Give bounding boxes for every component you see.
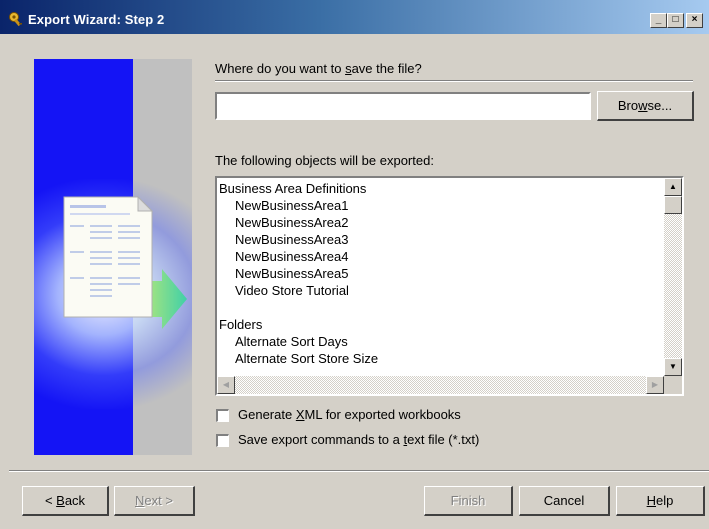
generate-xml-label[interactable]: Generate XML for exported workbooks: [238, 407, 461, 422]
vertical-scroll-thumb[interactable]: [664, 196, 682, 214]
help-accelerator: H: [646, 493, 657, 508]
browse-accelerator: w: [638, 98, 648, 113]
title-bar[interactable]: Export Wizard: Step 2 _ □ ×: [0, 0, 709, 34]
horizontal-scrollbar[interactable]: ◀ ▶: [217, 376, 664, 394]
wizard-key-icon: [9, 12, 22, 27]
scroll-right-icon: ▶: [651, 380, 659, 389]
maximize-icon: □: [672, 14, 679, 25]
minimize-button[interactable]: _: [650, 13, 667, 28]
scroll-right-button[interactable]: ▶: [646, 376, 664, 394]
list-item[interactable]: NewBusinessArea1: [219, 197, 378, 214]
browse-label-part: Bro: [617, 98, 639, 113]
window-title: Export Wizard: Step 2: [28, 12, 165, 27]
exported-objects-list[interactable]: Business Area Definitions NewBusinessArea…: [215, 176, 684, 396]
objects-label: The following objects will be exported:: [215, 153, 434, 168]
help-button[interactable]: Help: [616, 486, 705, 516]
file-path-input[interactable]: [215, 92, 591, 120]
list-item[interactable]: NewBusinessArea2: [219, 214, 378, 231]
export-wizard-window: Export Wizard: Step 2 _ □ × Where do you…: [0, 0, 709, 529]
list-item[interactable]: Business Area Definitions: [219, 180, 378, 197]
header-separator-highlight: [215, 81, 693, 82]
scroll-up-button[interactable]: ▲: [664, 178, 682, 196]
txt-label-part: Save export commands to a: [238, 432, 404, 447]
next-button[interactable]: Next >: [114, 486, 195, 516]
exported-document-arrow-icon: [63, 195, 187, 329]
save-label-part: Where do you want to: [215, 61, 346, 76]
footer-separator-highlight: [9, 471, 709, 472]
scroll-down-button[interactable]: ▼: [664, 358, 682, 376]
finish-button[interactable]: Finish: [424, 486, 513, 516]
browse-label-part: se...: [647, 98, 673, 113]
xml-label-part: ML for exported workbooks: [304, 407, 461, 422]
browse-button[interactable]: Browse...: [597, 91, 694, 121]
list-item[interactable]: Alternate Sort Store Size: [219, 350, 378, 367]
back-button[interactable]: < Back: [22, 486, 109, 516]
back-accelerator: B: [56, 493, 65, 508]
help-label-part: elp: [656, 493, 674, 508]
list-item[interactable]: NewBusinessArea5: [219, 265, 378, 282]
list-item[interactable]: [219, 299, 378, 316]
back-label-part: <: [44, 493, 57, 508]
wizard-illustration: [34, 59, 192, 455]
scroll-up-icon: ▲: [669, 182, 677, 191]
list-item[interactable]: Alternate Sort Days: [219, 333, 378, 350]
close-icon: ×: [691, 14, 698, 25]
xml-label-accelerator: X: [295, 407, 305, 422]
list-item[interactable]: NewBusinessArea3: [219, 231, 378, 248]
scroll-left-button[interactable]: ◀: [217, 376, 235, 394]
scroll-left-icon: ◀: [222, 380, 230, 389]
minimize-icon: _: [655, 14, 662, 25]
save-commands-checkbox[interactable]: [216, 434, 229, 447]
list-item[interactable]: Video Store Tutorial: [219, 282, 378, 299]
next-accelerator: N: [135, 493, 145, 508]
exported-objects-lines: Business Area Definitions NewBusinessArea…: [219, 180, 378, 367]
list-item[interactable]: Folders: [219, 316, 378, 333]
save-label-part: ave the file?: [351, 61, 422, 76]
xml-label-part: Generate: [238, 407, 296, 422]
txt-label-part: ext file (*.txt): [407, 432, 480, 447]
back-label-part: ack: [64, 493, 86, 508]
next-label-part: ext >: [144, 493, 173, 508]
save-location-label: Where do you want to save the file?: [215, 61, 422, 76]
scrollbar-corner: [664, 376, 682, 394]
generate-xml-checkbox[interactable]: [216, 409, 229, 422]
scroll-down-icon: ▼: [669, 362, 677, 371]
maximize-button[interactable]: □: [667, 13, 684, 28]
list-item[interactable]: NewBusinessArea4: [219, 248, 378, 265]
close-button[interactable]: ×: [686, 13, 703, 28]
save-commands-label[interactable]: Save export commands to a text file (*.t…: [238, 432, 479, 447]
vertical-scrollbar[interactable]: ▲ ▼: [664, 178, 682, 376]
cancel-button[interactable]: Cancel: [519, 486, 610, 516]
